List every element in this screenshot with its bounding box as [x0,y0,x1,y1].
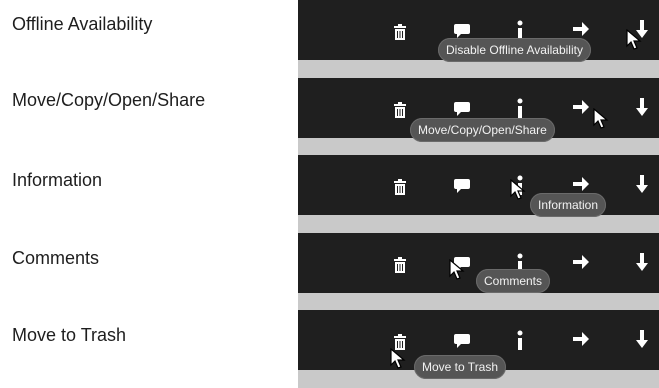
mouse-cursor-icon [390,348,406,369]
tooltip: Disable Offline Availability [438,38,591,62]
trash-icon[interactable] [394,24,406,40]
tooltip: Comments [476,269,551,293]
toolbar-strip-5: Move to Trash [298,310,659,388]
arrow-right-icon[interactable] [573,332,589,346]
label-move-to-trash: Move to Trash [12,325,127,345]
comment-icon[interactable] [454,24,470,38]
toolbar-strip-1: Disable Offline Availability [298,0,659,78]
arrow-right-icon[interactable] [573,22,589,36]
mouse-cursor-icon [626,29,642,50]
mouse-cursor-icon [510,179,526,200]
toolbar-strip-2: Move/Copy/Open/Share [298,78,659,156]
comment-icon[interactable] [454,102,470,116]
tooltip: Move to Trash [414,355,507,379]
comment-icon[interactable] [454,179,470,193]
arrow-down-icon[interactable] [636,330,648,348]
tooltip: Information [530,193,607,217]
arrow-right-icon[interactable] [573,177,589,191]
trash-icon[interactable] [394,257,406,273]
trash-icon[interactable] [394,179,406,195]
info-icon[interactable] [517,330,523,350]
label-offline-availability: Offline Availability [12,14,153,34]
arrow-down-icon[interactable] [636,253,648,271]
separator [298,293,659,311]
comment-icon[interactable] [454,334,470,348]
trash-icon[interactable] [394,102,406,118]
arrow-down-icon[interactable] [636,175,648,193]
info-icon[interactable] [517,20,523,40]
toolbar-strip-3: Information [298,155,659,233]
tooltip: Move/Copy/Open/Share [410,118,555,142]
arrow-right-icon[interactable] [573,255,589,269]
label-information: Information [12,170,103,190]
mouse-cursor-icon [449,259,465,280]
mouse-cursor-icon [593,108,609,129]
label-comments: Comments [12,248,100,268]
toolbar-strip-4: Comments [298,233,659,311]
separator [298,60,659,78]
arrow-down-icon[interactable] [636,98,648,116]
label-move-copy-open-share: Move/Copy/Open/Share [12,90,206,110]
info-icon[interactable] [517,98,523,118]
arrow-right-icon[interactable] [573,100,589,114]
separator [298,215,659,233]
